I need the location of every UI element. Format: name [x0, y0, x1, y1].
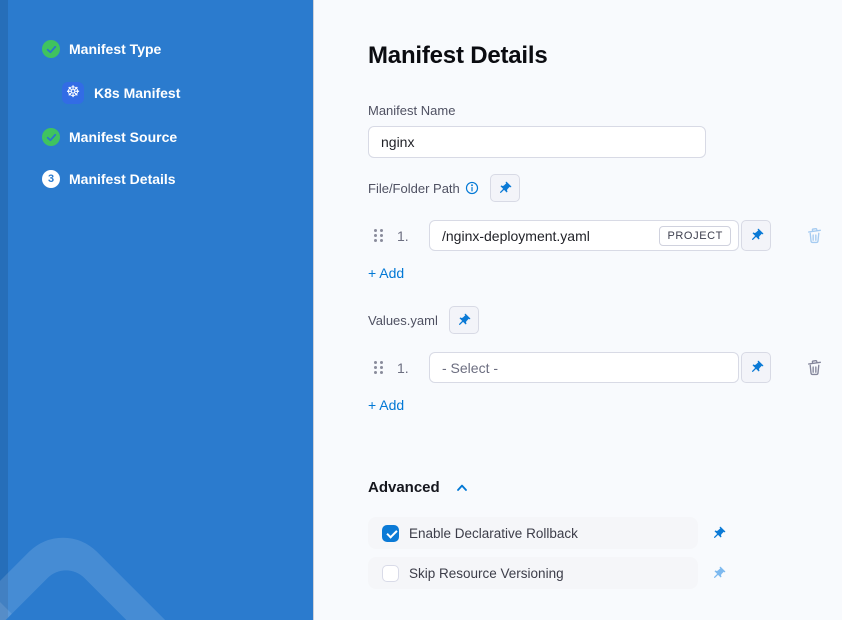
skip-resource-versioning-option[interactable]: Skip Resource Versioning [368, 557, 698, 589]
step-manifest-type[interactable]: Manifest Type [42, 40, 313, 58]
pin-runtime-input-button[interactable] [711, 566, 726, 581]
enable-declarative-rollback-checkbox[interactable] [382, 525, 399, 542]
step-label: Manifest Details [69, 171, 176, 187]
pin-runtime-input-button[interactable] [449, 306, 479, 334]
step-label: Manifest Type [69, 41, 161, 57]
values-yaml-label: Values.yaml [368, 313, 438, 328]
add-file-path-link[interactable]: + Add [368, 265, 404, 281]
pin-runtime-input-button[interactable] [741, 220, 771, 251]
drag-handle-icon[interactable] [374, 361, 383, 374]
kubernetes-icon: ☸ [62, 82, 84, 104]
pushpin-icon [745, 357, 766, 378]
advanced-title: Advanced [368, 479, 440, 496]
option-label: Enable Declarative Rollback [409, 526, 578, 541]
file-path-row: 1. PROJECT [368, 220, 842, 251]
enable-declarative-rollback-option[interactable]: Enable Declarative Rollback [368, 517, 698, 549]
step-manifest-details[interactable]: 3 Manifest Details [42, 170, 313, 188]
manifest-name-label: Manifest Name [368, 103, 842, 118]
manifest-details-panel: Manifest Details Manifest Name File/Fold… [313, 0, 842, 620]
pushpin-icon [745, 225, 766, 246]
trash-icon [805, 358, 824, 377]
delete-row-button[interactable] [805, 226, 824, 245]
drag-handle-icon[interactable] [374, 229, 383, 242]
advanced-option-row: Enable Declarative Rollback [368, 517, 842, 549]
check-circle-icon [42, 128, 60, 146]
pin-runtime-input-button[interactable] [711, 526, 726, 541]
row-index: 1. [397, 228, 417, 244]
advanced-section-toggle[interactable]: Advanced [368, 479, 842, 496]
substep-label: K8s Manifest [94, 85, 180, 101]
pushpin-icon [708, 522, 729, 543]
pin-runtime-input-button[interactable] [741, 352, 771, 383]
pushpin-icon [453, 309, 474, 330]
scope-badge: PROJECT [659, 226, 731, 246]
pin-runtime-input-button[interactable] [490, 174, 520, 202]
trash-icon [805, 226, 824, 245]
option-label: Skip Resource Versioning [409, 566, 564, 581]
step-k8s-manifest[interactable]: ☸ K8s Manifest [62, 82, 313, 104]
step-number-badge: 3 [42, 170, 60, 188]
manifest-name-input[interactable] [368, 126, 706, 158]
advanced-option-row: Skip Resource Versioning [368, 557, 842, 589]
row-index: 1. [397, 360, 417, 376]
add-values-file-link[interactable]: + Add [368, 397, 404, 413]
wizard-steps: Manifest Type ☸ K8s Manifest Manifest So… [0, 0, 313, 188]
values-yaml-row: 1. - Select - [368, 352, 842, 383]
wizard-sidebar: Manifest Type ☸ K8s Manifest Manifest So… [0, 0, 313, 620]
file-folder-path-label: File/Folder Path [368, 181, 460, 196]
info-icon[interactable] [465, 181, 479, 195]
values-yaml-label-row: Values.yaml [368, 306, 842, 334]
pushpin-icon [494, 177, 515, 198]
delete-row-button[interactable] [805, 358, 824, 377]
page-title: Manifest Details [368, 42, 842, 70]
check-circle-icon [42, 40, 60, 58]
select-placeholder: - Select - [442, 360, 498, 376]
pushpin-icon [708, 562, 729, 583]
step-manifest-source[interactable]: Manifest Source [42, 128, 313, 146]
step-label: Manifest Source [69, 129, 177, 145]
file-folder-path-label-row: File/Folder Path [368, 174, 842, 202]
chevron-up-icon[interactable] [454, 480, 470, 496]
skip-resource-versioning-checkbox[interactable] [382, 565, 399, 582]
values-file-select[interactable]: - Select - [429, 352, 739, 383]
